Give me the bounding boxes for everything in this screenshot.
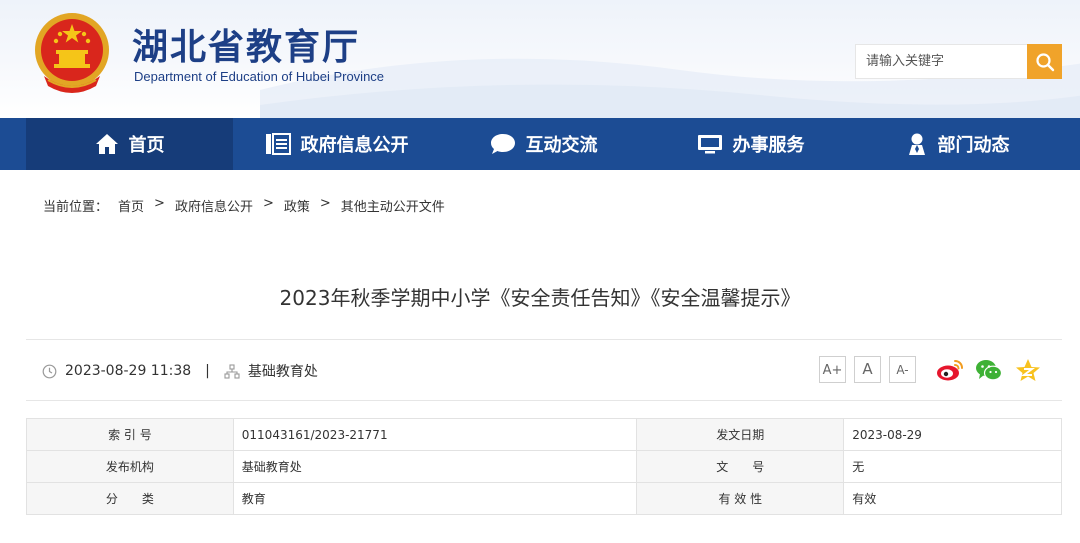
- document-number-label: 文 号: [636, 450, 845, 483]
- breadcrumb-item-policy[interactable]: 政策: [284, 196, 310, 215]
- site-header: 湖北省教育厅 Department of Education of Hubei …: [0, 0, 1080, 118]
- monitor-icon: [697, 133, 723, 155]
- nav-label: 部门动态: [937, 135, 1010, 156]
- validity-value: 有效: [843, 482, 1062, 515]
- person-pin-icon: [906, 132, 928, 156]
- table-row: 索 引 号 011043161/2023-21771 发文日期 2023-08-…: [26, 418, 1062, 451]
- share-wechat-button[interactable]: [975, 357, 1003, 383]
- weibo-icon: [937, 360, 963, 381]
- wechat-icon: [976, 360, 1003, 381]
- nav-label: 首页: [128, 135, 165, 156]
- share-qzone-button[interactable]: [1014, 357, 1042, 383]
- divider: [26, 400, 1062, 401]
- publish-datetime: 2023-08-29 11:38: [65, 363, 192, 379]
- breadcrumb-separator: >: [154, 196, 165, 211]
- breadcrumb-item-gov-info[interactable]: 政府信息公开: [175, 196, 253, 215]
- site-subtitle: Department of Education of Hubei Provinc…: [134, 69, 385, 84]
- breadcrumb-prefix: 当前位置：: [43, 200, 109, 215]
- search-icon: [1035, 52, 1054, 71]
- clock-icon: [42, 364, 57, 379]
- nav-item-dept-news[interactable]: 部门动态: [854, 118, 1061, 170]
- document-number-value: 无: [843, 450, 1062, 483]
- issue-date-value: 2023-08-29: [843, 418, 1062, 451]
- nav-label: 办事服务: [732, 135, 805, 156]
- category-value: 教育: [232, 482, 638, 515]
- nav-item-home[interactable]: 首页: [26, 118, 233, 170]
- font-size-label: A+: [822, 363, 843, 378]
- nav-item-gov-info[interactable]: 政府信息公开: [233, 118, 440, 170]
- sitemap-icon: [224, 363, 240, 379]
- document-info-table: 索 引 号 011043161/2023-21771 发文日期 2023-08-…: [26, 418, 1062, 515]
- nav-item-services[interactable]: 办事服务: [647, 118, 854, 170]
- font-size-label: A: [862, 360, 873, 378]
- font-size-decrease-button[interactable]: A-: [889, 356, 916, 383]
- national-emblem-logo: [35, 13, 109, 93]
- issue-date-label: 发文日期: [636, 418, 845, 451]
- breadcrumb-item-other-files[interactable]: 其他主动公开文件: [341, 196, 445, 215]
- search-input[interactable]: 请输入关键字: [855, 44, 1028, 79]
- divider: [26, 339, 1062, 340]
- index-number-label: 索 引 号: [26, 418, 234, 451]
- font-size-increase-button[interactable]: A+: [819, 356, 846, 383]
- breadcrumb-separator: >: [319, 196, 331, 211]
- nav-label: 政府信息公开: [300, 135, 409, 156]
- nav-item-interaction[interactable]: 互动交流: [440, 118, 647, 170]
- publisher-value: 基础教育处: [232, 450, 638, 483]
- article-title: 2023年秋季学期中小学《安全责任告知》《安全温馨提示》: [279, 286, 801, 310]
- index-number-value: 011043161/2023-21771: [232, 418, 638, 451]
- table-row: 分 类 教育 有 效 性 有效: [26, 482, 1062, 515]
- search-button[interactable]: [1027, 44, 1062, 79]
- category-label: 分 类: [26, 482, 234, 515]
- qzone-star-icon: [1016, 359, 1040, 381]
- document-list-icon: [265, 132, 291, 156]
- article-meta: 2023-08-29 11:38 | 基础教育处: [42, 361, 318, 381]
- site-title: 湖北省教育厅: [132, 26, 361, 68]
- breadcrumb-separator: >: [262, 196, 274, 211]
- breadcrumb: 当前位置： 首页 > 政府信息公开 > 政策 > 其他主动公开文件: [43, 196, 455, 215]
- home-icon: [95, 133, 119, 155]
- publisher-label: 发布机构: [26, 450, 234, 483]
- font-size-label: A-: [896, 363, 909, 377]
- validity-label: 有 效 性: [636, 482, 845, 515]
- chat-bubble-icon: [490, 133, 516, 155]
- font-size-default-button[interactable]: A: [854, 356, 881, 383]
- main-nav: 首页 政府信息公开 互动交流 办事服务 部门动态: [0, 118, 1080, 170]
- breadcrumb-item-home[interactable]: 首页: [118, 196, 144, 215]
- meta-divider: |: [205, 363, 210, 379]
- nav-label: 互动交流: [525, 135, 598, 156]
- share-weibo-button[interactable]: [936, 357, 964, 383]
- table-row: 发布机构 基础教育处 文 号 无: [26, 450, 1062, 483]
- article-source: 基础教育处: [247, 364, 318, 380]
